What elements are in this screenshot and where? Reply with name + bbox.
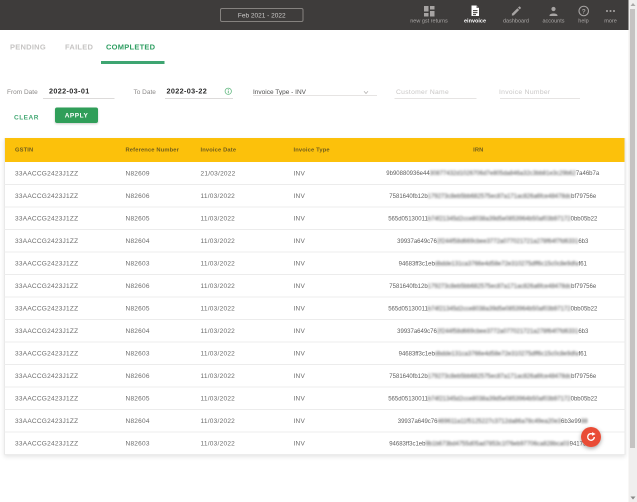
svg-text:?: ?	[582, 8, 586, 15]
